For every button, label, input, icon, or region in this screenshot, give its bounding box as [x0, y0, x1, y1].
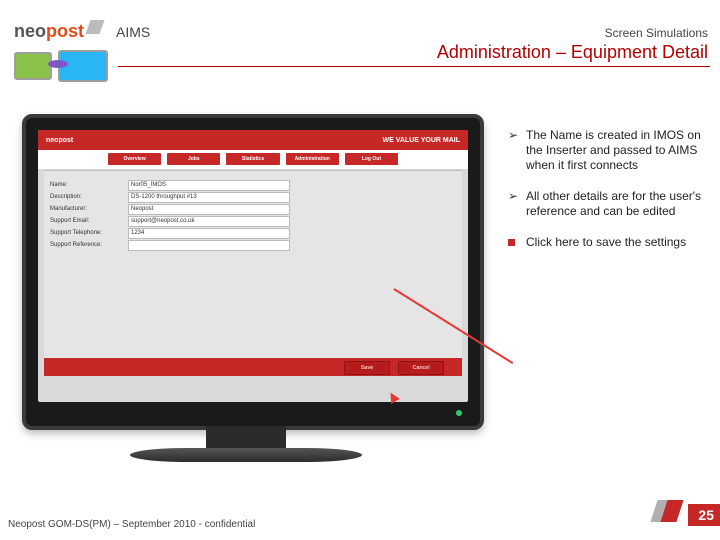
page-number: 25 [688, 504, 720, 526]
field-label: Support Telephone: [50, 230, 128, 236]
app-footer: Save Cancel [44, 358, 462, 376]
tab-logout[interactable]: Log Out [345, 153, 398, 165]
manufacturer-field[interactable]: Neopost [128, 204, 290, 215]
brand-part-b: post [46, 21, 84, 41]
brand-logo: neopost [14, 20, 102, 42]
form-row: Support Telephone:1234 [50, 227, 290, 239]
monitor-base [130, 448, 362, 462]
decorative-diagram-icon [14, 48, 106, 86]
tab-statistics[interactable]: Statistics [226, 153, 279, 165]
screen-simulations-label: Screen Simulations [605, 26, 708, 40]
brand-part-a: neo [14, 21, 46, 41]
tab-jobs[interactable]: Jobs [167, 153, 220, 165]
page-title: Administration – Equipment Detail [437, 42, 708, 63]
monitor-led-icon [456, 410, 462, 416]
chevron-right-icon: ➢ [508, 128, 526, 173]
form-row: Name:Nor05_IMOS [50, 179, 290, 191]
bullet-text: The Name is created in IMOS on the Inser… [526, 128, 708, 173]
tab-administration[interactable]: Administration [286, 153, 339, 165]
monitor-button-strip [38, 406, 468, 420]
bullet-text: Click here to save the settings [526, 235, 686, 250]
title-underline [118, 66, 710, 67]
description-field[interactable]: DS-1200 throughput #13 [128, 192, 290, 203]
field-label: Description: [50, 194, 128, 200]
field-label: Support Reference: [50, 242, 128, 248]
equipment-form: Name:Nor05_IMOS Description:DS-1200 thro… [50, 179, 290, 251]
form-row: Support Reference: [50, 239, 290, 251]
name-field[interactable]: Nor05_IMOS [128, 180, 290, 191]
bullet-item: ➢ The Name is created in IMOS on the Ins… [508, 128, 708, 173]
brand-glyph-icon [85, 20, 104, 34]
confidential-footer: Neopost GOM-DS(PM) – September 2010 - co… [8, 519, 255, 530]
monitor-frame: neopost WE VALUE YOUR MAIL Overview Jobs… [22, 114, 484, 430]
tab-overview[interactable]: Overview [108, 153, 161, 165]
field-label: Name: [50, 182, 128, 188]
bullet-item: ➢ All other details are for the user's r… [508, 189, 708, 219]
bullet-item: Click here to save the settings [508, 235, 708, 250]
aims-label: AIMS [116, 24, 150, 40]
form-row: Support Email:support@neopost.co.uk [50, 215, 290, 227]
app-tagline: WE VALUE YOUR MAIL [382, 137, 460, 144]
support-telephone-field[interactable]: 1234 [128, 228, 290, 239]
tab-bar: Overview Jobs Statistics Administration … [38, 150, 468, 169]
field-label: Manufacturer: [50, 206, 128, 212]
app-header: neopost WE VALUE YOUR MAIL [38, 130, 468, 150]
app-logo: neopost [46, 137, 73, 144]
support-reference-field[interactable] [128, 240, 290, 251]
save-button[interactable]: Save [344, 361, 390, 375]
square-bullet-icon [508, 239, 515, 246]
support-email-field[interactable]: support@neopost.co.uk [128, 216, 290, 227]
corner-logo-icon [654, 500, 686, 526]
chevron-right-icon: ➢ [508, 189, 526, 219]
bullet-text: All other details are for the user's ref… [526, 189, 708, 219]
bullet-list: ➢ The Name is created in IMOS on the Ins… [508, 128, 708, 266]
form-row: Description:DS-1200 throughput #13 [50, 191, 290, 203]
field-label: Support Email: [50, 218, 128, 224]
cancel-button[interactable]: Cancel [398, 361, 444, 375]
screen-area: neopost WE VALUE YOUR MAIL Overview Jobs… [38, 130, 468, 402]
content-panel: Name:Nor05_IMOS Description:DS-1200 thro… [44, 170, 462, 376]
form-row: Manufacturer:Neopost [50, 203, 290, 215]
